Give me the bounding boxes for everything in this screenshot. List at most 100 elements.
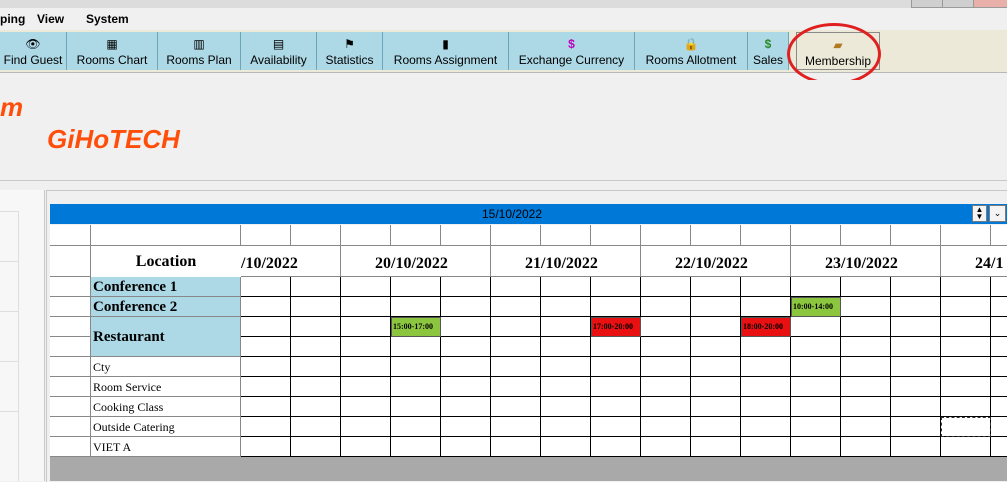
grid-cell[interactable]: [991, 277, 1007, 297]
grid-cell[interactable]: [641, 437, 691, 457]
grid-cell[interactable]: [741, 397, 791, 417]
grid-cell[interactable]: [791, 397, 841, 417]
grid-cell[interactable]: [741, 357, 791, 377]
grid-cell[interactable]: [241, 277, 291, 297]
grid-cell[interactable]: [641, 417, 691, 437]
grid-cell[interactable]: [541, 397, 591, 417]
grid-cell[interactable]: [741, 437, 791, 457]
rooms-assignment-button[interactable]: ▮ Rooms Assignment: [383, 32, 509, 70]
grid-cell[interactable]: [741, 277, 791, 297]
grid-cell[interactable]: [541, 377, 591, 397]
grid-cell[interactable]: [491, 297, 541, 317]
grid-cell[interactable]: [941, 377, 991, 397]
grid-cell[interactable]: [441, 357, 491, 377]
grid-cell[interactable]: [391, 297, 441, 317]
grid-cell[interactable]: [891, 437, 941, 457]
grid-cell[interactable]: [941, 337, 991, 357]
rooms-allotment-button[interactable]: 🔒 Rooms Allotment: [635, 32, 748, 70]
grid-cell[interactable]: [241, 417, 291, 437]
menu-view[interactable]: View: [37, 12, 64, 26]
grid-cell[interactable]: [391, 377, 441, 397]
grid-cell[interactable]: [441, 397, 491, 417]
grid-cell[interactable]: [641, 297, 691, 317]
grid-cell[interactable]: [341, 377, 391, 397]
grid-cell[interactable]: [791, 337, 841, 357]
grid-cell[interactable]: [641, 397, 691, 417]
grid-cell[interactable]: [641, 337, 691, 357]
rooms-chart-button[interactable]: ▦ Rooms Chart: [67, 32, 158, 70]
grid-cell[interactable]: [941, 297, 991, 317]
grid-cell[interactable]: [341, 357, 391, 377]
grid-cell[interactable]: [341, 317, 391, 337]
grid-cell[interactable]: [241, 297, 291, 317]
grid-cell[interactable]: [591, 437, 641, 457]
grid-cell[interactable]: [391, 357, 441, 377]
grid-cell[interactable]: [241, 317, 291, 337]
grid-cell[interactable]: [291, 397, 341, 417]
grid-cell[interactable]: [241, 437, 291, 457]
grid-cell[interactable]: [291, 357, 341, 377]
grid-cell[interactable]: [691, 337, 741, 357]
grid-cell[interactable]: [441, 297, 491, 317]
selected-cell[interactable]: [941, 417, 991, 437]
grid-cell[interactable]: [891, 377, 941, 397]
grid-cell[interactable]: [291, 377, 341, 397]
grid-cell[interactable]: [441, 337, 491, 357]
close-window-button[interactable]: [973, 0, 1007, 8]
grid-cell[interactable]: [491, 437, 541, 457]
grid-cell[interactable]: [641, 357, 691, 377]
grid-cell[interactable]: [691, 277, 741, 297]
grid-cell[interactable]: [291, 417, 341, 437]
grid-cell[interactable]: [691, 357, 741, 377]
grid-cell[interactable]: [541, 277, 591, 297]
grid-cell[interactable]: [491, 317, 541, 337]
grid-cell[interactable]: [341, 337, 391, 357]
location-cty[interactable]: Cty: [91, 357, 241, 377]
grid-cell[interactable]: [991, 397, 1007, 417]
grid-cell[interactable]: [291, 437, 341, 457]
exchange-currency-button[interactable]: $ Exchange Currency: [509, 32, 635, 70]
grid-cell[interactable]: [941, 357, 991, 377]
grid-cell[interactable]: [341, 397, 391, 417]
date-spinner[interactable]: ▲ ▼: [972, 205, 987, 222]
grid-cell[interactable]: [541, 297, 591, 317]
grid-cell[interactable]: [591, 417, 641, 437]
grid-cell[interactable]: [791, 417, 841, 437]
location-viet-a[interactable]: VIET A: [91, 437, 241, 457]
grid-cell[interactable]: [291, 297, 341, 317]
grid-cell[interactable]: [891, 357, 941, 377]
grid-cell[interactable]: [541, 437, 591, 457]
grid-cell[interactable]: [891, 337, 941, 357]
grid-cell[interactable]: [591, 337, 641, 357]
booking-block[interactable]: 18:00-20:00: [741, 317, 791, 337]
minimize-button[interactable]: [911, 0, 943, 8]
grid-cell[interactable]: [441, 417, 491, 437]
find-guest-button[interactable]: 👁 Find Guest: [0, 32, 67, 70]
grid-cell[interactable]: [641, 317, 691, 337]
grid-cell[interactable]: [891, 297, 941, 317]
grid-cell[interactable]: [841, 357, 891, 377]
grid-cell[interactable]: [641, 377, 691, 397]
grid-cell[interactable]: [991, 357, 1007, 377]
grid-cell[interactable]: [241, 397, 291, 417]
grid-cell[interactable]: [241, 337, 291, 357]
grid-cell[interactable]: [791, 377, 841, 397]
grid-cell[interactable]: [341, 437, 391, 457]
grid-cell[interactable]: [241, 377, 291, 397]
grid-cell[interactable]: [691, 317, 741, 337]
location-conference-2[interactable]: Conference 2: [91, 297, 241, 317]
grid-cell[interactable]: [541, 417, 591, 437]
grid-cell[interactable]: [841, 337, 891, 357]
grid-cell[interactable]: [391, 337, 441, 357]
grid-cell[interactable]: [541, 337, 591, 357]
booking-block[interactable]: 15:00-17:00: [391, 317, 441, 337]
grid-cell[interactable]: [891, 417, 941, 437]
location-room-service[interactable]: Room Service: [91, 377, 241, 397]
maximize-button[interactable]: [942, 0, 974, 8]
grid-cell[interactable]: [641, 277, 691, 297]
grid-cell[interactable]: [841, 277, 891, 297]
grid-cell[interactable]: [591, 277, 641, 297]
grid-cell[interactable]: [391, 417, 441, 437]
grid-cell[interactable]: [491, 397, 541, 417]
grid-cell[interactable]: [841, 377, 891, 397]
